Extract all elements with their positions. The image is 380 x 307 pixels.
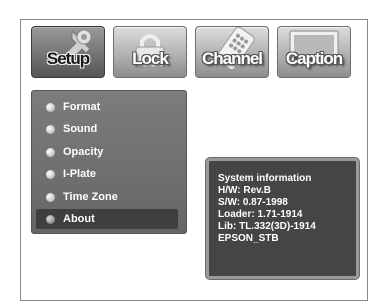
menu-item-i-plate[interactable]: I-Plate bbox=[36, 164, 178, 184]
tab-lock[interactable]: Lock bbox=[113, 26, 187, 78]
info-loader: Loader: 1.71-1914 bbox=[218, 209, 303, 220]
menu-item-label: Format bbox=[63, 101, 101, 113]
info-sw: S/W: 0.87-1998 bbox=[218, 197, 288, 208]
tab-bar: Setup Lock Channel Caption bbox=[31, 26, 361, 82]
tab-lock-label: Lock bbox=[132, 49, 169, 68]
bullet-icon bbox=[46, 169, 55, 179]
bullet-icon bbox=[46, 147, 55, 157]
menu-item-format[interactable]: Format bbox=[36, 97, 178, 117]
tab-channel[interactable]: Channel bbox=[195, 26, 269, 78]
menu-item-sound[interactable]: Sound bbox=[36, 119, 178, 139]
info-vendor: EPSON_STB bbox=[218, 233, 279, 244]
setup-window: Setup Lock Channel Caption Format Sound … bbox=[20, 19, 368, 301]
menu-item-label: I-Plate bbox=[63, 168, 97, 180]
info-lib: Lib: TL.332(3D)-1914 bbox=[218, 221, 316, 232]
tab-caption-label: Caption bbox=[285, 49, 343, 68]
menu-item-label: Opacity bbox=[63, 146, 104, 158]
setup-menu: Format Sound Opacity I-Plate Time Zone A… bbox=[31, 90, 187, 234]
menu-item-label: About bbox=[63, 213, 95, 225]
bullet-icon bbox=[46, 192, 55, 202]
info-title: System information bbox=[218, 173, 312, 184]
system-info-panel: System information H/W: Rev.B S/W: 0.87-… bbox=[206, 158, 359, 279]
menu-item-time-zone[interactable]: Time Zone bbox=[36, 187, 178, 207]
menu-item-label: Time Zone bbox=[63, 191, 118, 203]
bullet-icon bbox=[46, 124, 55, 134]
bullet-icon bbox=[46, 214, 55, 224]
menu-item-opacity[interactable]: Opacity bbox=[36, 142, 178, 162]
tab-channel-label: Channel bbox=[201, 49, 263, 68]
tab-setup-label: Setup bbox=[46, 49, 90, 68]
menu-item-about[interactable]: About bbox=[36, 209, 178, 229]
menu-item-label: Sound bbox=[63, 123, 98, 135]
bullet-icon bbox=[46, 102, 55, 112]
info-hw: H/W: Rev.B bbox=[218, 185, 271, 196]
tab-setup[interactable]: Setup bbox=[31, 26, 105, 78]
tab-caption[interactable]: Caption bbox=[277, 26, 351, 78]
